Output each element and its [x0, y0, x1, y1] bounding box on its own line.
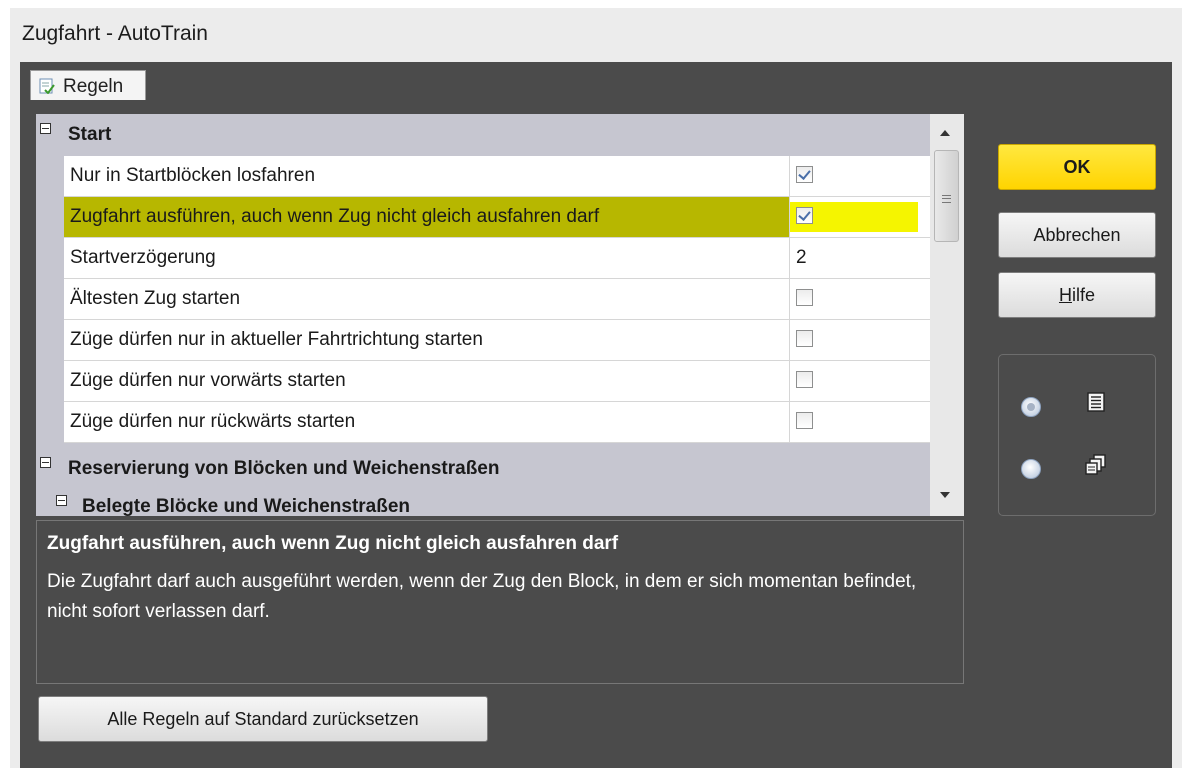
- category-view-icon[interactable]: [1085, 453, 1107, 475]
- category-label: Start: [68, 124, 112, 145]
- property-label: Zugfahrt ausführen, auch wenn Zug nicht …: [64, 197, 790, 237]
- property-label: Züge dürfen nur in aktueller Fahrtrichtu…: [64, 320, 790, 360]
- property-row[interactable]: Züge dürfen nur in aktueller Fahrtrichtu…: [64, 320, 930, 361]
- category-view-radio[interactable]: [1021, 459, 1041, 479]
- scroll-down-arrow-icon[interactable]: [940, 492, 950, 498]
- list-view-radio[interactable]: [1021, 397, 1041, 417]
- grip-icon: [942, 195, 951, 203]
- property-checkbox[interactable]: [796, 166, 813, 183]
- category-label: Reservierung von Blöcken und Weichenstra…: [68, 458, 500, 479]
- rules-property-grid: Start Nur in Startblöcken losfahren Zugf…: [36, 114, 930, 516]
- property-checkbox[interactable]: [796, 207, 813, 224]
- scroll-thumb[interactable]: [934, 150, 959, 242]
- property-row[interactable]: Züge dürfen nur rückwärts starten: [64, 402, 930, 443]
- collapse-icon[interactable]: [40, 123, 51, 134]
- help-accelerator: H: [1058, 285, 1072, 305]
- help-label: ilfe: [1071, 285, 1095, 305]
- property-row[interactable]: Ältesten Zug starten: [64, 279, 930, 320]
- property-value[interactable]: 2: [796, 247, 807, 269]
- ok-button[interactable]: OK: [998, 144, 1156, 190]
- property-checkbox[interactable]: [796, 371, 813, 388]
- category-label: Belegte Blöcke und Weichenstraßen: [82, 496, 411, 516]
- category-belegte-bloecke[interactable]: Belegte Blöcke und Weichenstraßen: [52, 486, 930, 516]
- category-start[interactable]: Start: [36, 114, 930, 156]
- property-checkbox[interactable]: [796, 412, 813, 429]
- property-row-selected[interactable]: Zugfahrt ausführen, auch wenn Zug nicht …: [64, 197, 930, 238]
- property-label: Nur in Startblöcken losfahren: [64, 156, 790, 196]
- description-title: Zugfahrt ausführen, auch wenn Zug nicht …: [47, 533, 619, 554]
- help-button[interactable]: Hilfe: [998, 272, 1156, 318]
- grid-scrollbar[interactable]: [930, 114, 964, 516]
- description-text: Die Zugfahrt darf auch ausgeführt werden…: [47, 571, 917, 622]
- category-reservierung[interactable]: Reservierung von Blöcken und Weichenstra…: [36, 448, 930, 490]
- property-label: Züge dürfen nur vorwärts starten: [64, 361, 790, 401]
- list-view-icon[interactable]: [1085, 391, 1107, 413]
- reset-rules-button[interactable]: Alle Regeln auf Standard zurücksetzen: [38, 696, 488, 742]
- collapse-icon[interactable]: [56, 495, 67, 506]
- property-checkbox[interactable]: [796, 289, 813, 306]
- property-checkbox[interactable]: [796, 330, 813, 347]
- property-row[interactable]: Startverzögerung 2: [64, 238, 930, 279]
- tab-label: Regeln: [63, 76, 124, 97]
- cancel-button[interactable]: Abbrechen: [998, 212, 1156, 258]
- scroll-up-arrow-icon[interactable]: [940, 130, 950, 136]
- property-label: Startverzögerung: [64, 238, 790, 278]
- property-row[interactable]: Nur in Startblöcken losfahren: [64, 156, 930, 197]
- view-mode-panel: [998, 354, 1156, 516]
- rules-icon: [39, 78, 55, 94]
- tab-regeln[interactable]: Regeln: [30, 70, 146, 100]
- property-row[interactable]: Züge dürfen nur vorwärts starten: [64, 361, 930, 402]
- property-label: Ältesten Zug starten: [64, 279, 790, 319]
- window-title: Zugfahrt - AutoTrain: [22, 22, 208, 45]
- description-panel: Zugfahrt ausführen, auch wenn Zug nicht …: [36, 520, 964, 684]
- collapse-icon[interactable]: [40, 457, 51, 468]
- property-label: Züge dürfen nur rückwärts starten: [64, 402, 790, 442]
